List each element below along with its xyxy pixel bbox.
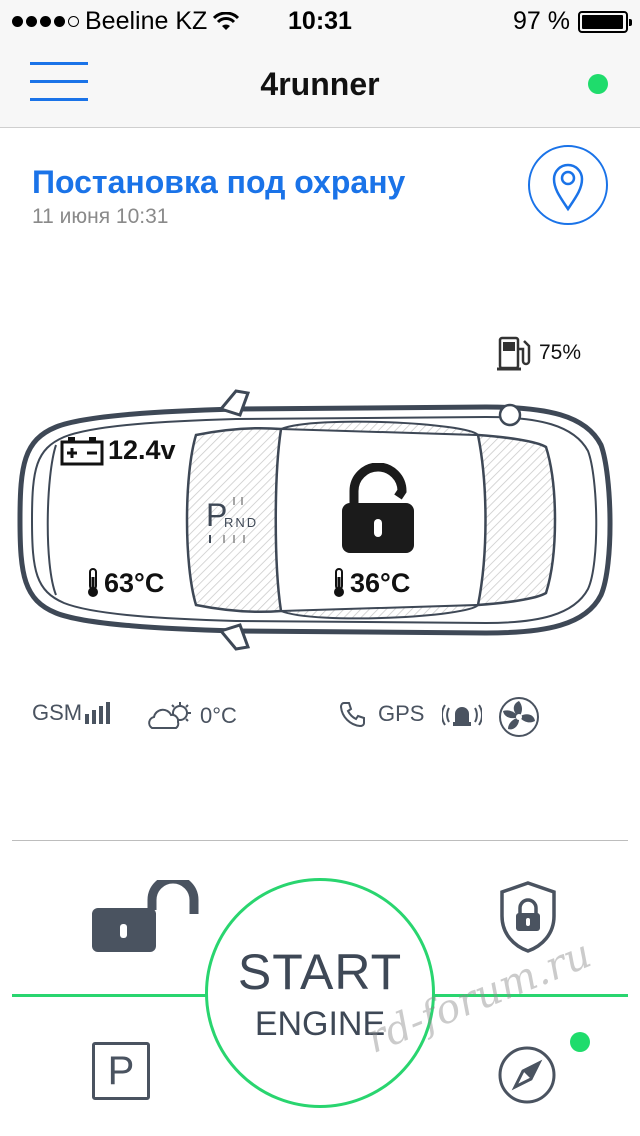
car-battery-icon — [60, 436, 104, 465]
engine-temperature: 63°C — [86, 567, 164, 599]
cabin-temp-value: 36°C — [350, 567, 411, 598]
thermometer-icon — [88, 568, 98, 597]
engine-temp-value: 63°C — [104, 567, 165, 598]
siren-indicator — [442, 700, 482, 728]
gps-indicator: GPS — [338, 700, 424, 728]
outside-temp-value: 0°C — [200, 703, 237, 728]
battery-icon — [578, 10, 632, 33]
unlock-button[interactable] — [90, 874, 206, 959]
gps-label: GPS — [378, 701, 425, 726]
thermometer-icon — [334, 568, 344, 597]
parking-button[interactable]: P — [92, 1042, 150, 1100]
open-padlock-icon — [92, 874, 199, 952]
gear-indicator: P RND — [206, 497, 266, 547]
start-engine-button[interactable]: START ENGINE — [205, 878, 435, 1108]
controls-divider — [12, 840, 628, 841]
gsm-indicator: GSM — [32, 700, 111, 726]
battery-percent: 97 % — [513, 7, 570, 35]
battery-area: 97 % — [513, 7, 632, 36]
fan-icon — [499, 697, 539, 737]
connection-status-dot — [588, 74, 608, 94]
navigation-status-dot — [570, 1032, 590, 1052]
phone-icon — [339, 702, 365, 728]
start-label: START — [237, 944, 403, 1000]
gsm-label: GSM — [32, 700, 83, 725]
siren-icon — [442, 704, 482, 726]
compass-icon — [498, 1046, 556, 1104]
cabin-temperature: 36°C — [332, 567, 410, 599]
last-event-title: Постановка под охрану — [32, 164, 406, 200]
parking-label: P — [107, 1049, 135, 1093]
fuel-level: 75% — [497, 335, 581, 371]
lock-status-icon — [338, 462, 418, 560]
battery-voltage: 12.4v — [60, 435, 176, 466]
battery-voltage-value: 12.4v — [108, 435, 176, 465]
page-title: 4runner — [260, 66, 380, 102]
locate-car-button[interactable] — [528, 145, 608, 225]
last-event-date: 11 июня 10:31 — [32, 205, 169, 228]
nav-bar: 4runner — [0, 40, 640, 128]
map-pin-icon — [552, 163, 583, 211]
car-diagram: 12.4v 63°C P RND 36°C — [16, 385, 616, 655]
signal-bars-icon — [85, 702, 111, 724]
fuel-percent: 75% — [539, 341, 582, 364]
ventilation-indicator — [498, 696, 540, 738]
status-bar: Beeline KZ 10:31 97 % — [0, 0, 640, 40]
navigate-button[interactable] — [497, 1045, 557, 1110]
fuel-pump-icon — [497, 336, 531, 371]
outside-temperature: 0°C — [146, 700, 237, 732]
cloud-sun-icon — [148, 702, 191, 729]
car-top-view — [17, 389, 613, 651]
